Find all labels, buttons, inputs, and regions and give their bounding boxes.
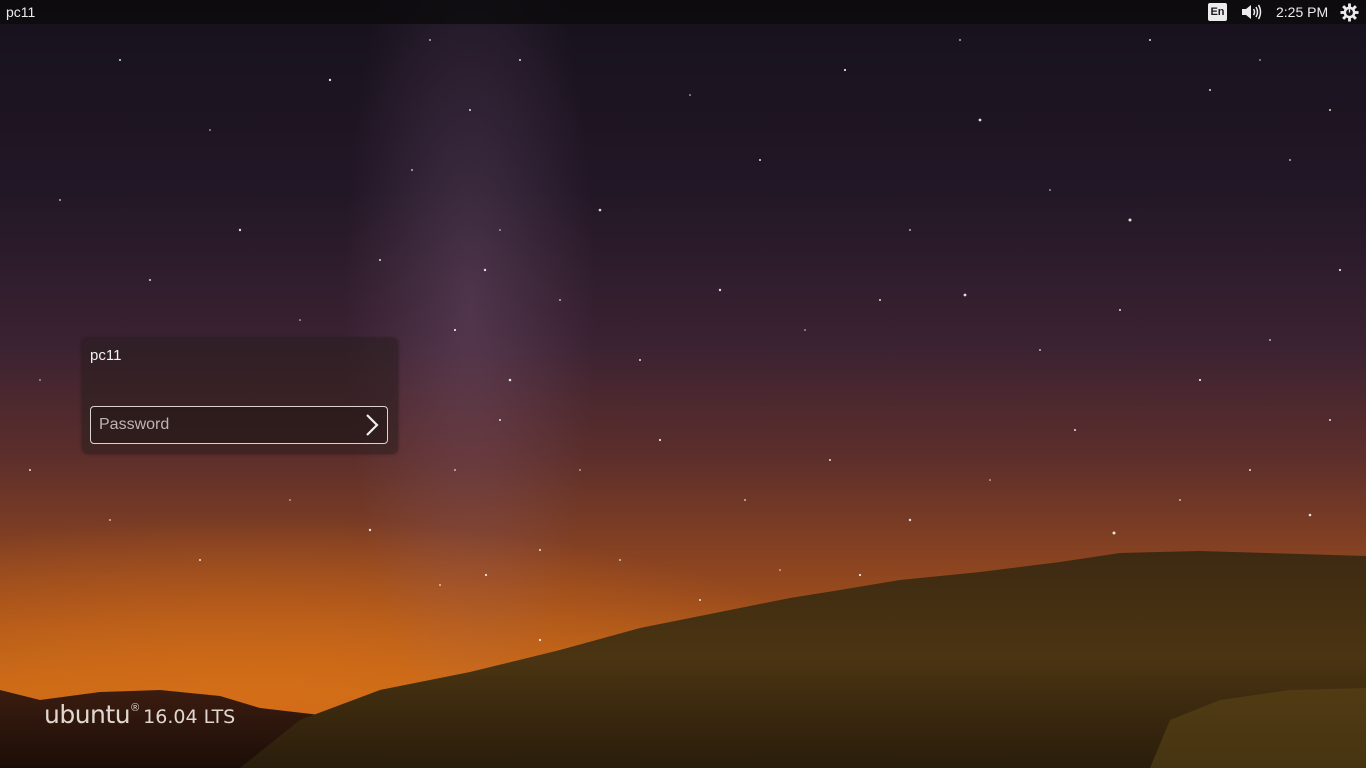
password-field[interactable] bbox=[90, 406, 388, 444]
brand-name: ubuntu bbox=[44, 700, 131, 729]
chevron-right-icon[interactable] bbox=[361, 413, 381, 437]
os-version: 16.04 LTS bbox=[143, 706, 236, 728]
os-branding: ubuntu® 16.04 LTS bbox=[44, 700, 235, 729]
password-input[interactable] bbox=[99, 415, 349, 435]
login-greeter-box: pc11 bbox=[82, 338, 398, 454]
gear-power-icon[interactable] bbox=[1340, 3, 1359, 22]
top-panel: pc11 En 2:25 PM bbox=[0, 0, 1366, 24]
user-name-label[interactable]: pc11 bbox=[90, 347, 121, 364]
keyboard-layout-indicator[interactable]: En bbox=[1208, 3, 1227, 21]
clock[interactable]: 2:25 PM bbox=[1276, 4, 1328, 20]
speaker-volume-icon[interactable] bbox=[1240, 3, 1262, 21]
registered-mark: ® bbox=[131, 702, 140, 714]
hostname-label: pc11 bbox=[6, 4, 36, 20]
